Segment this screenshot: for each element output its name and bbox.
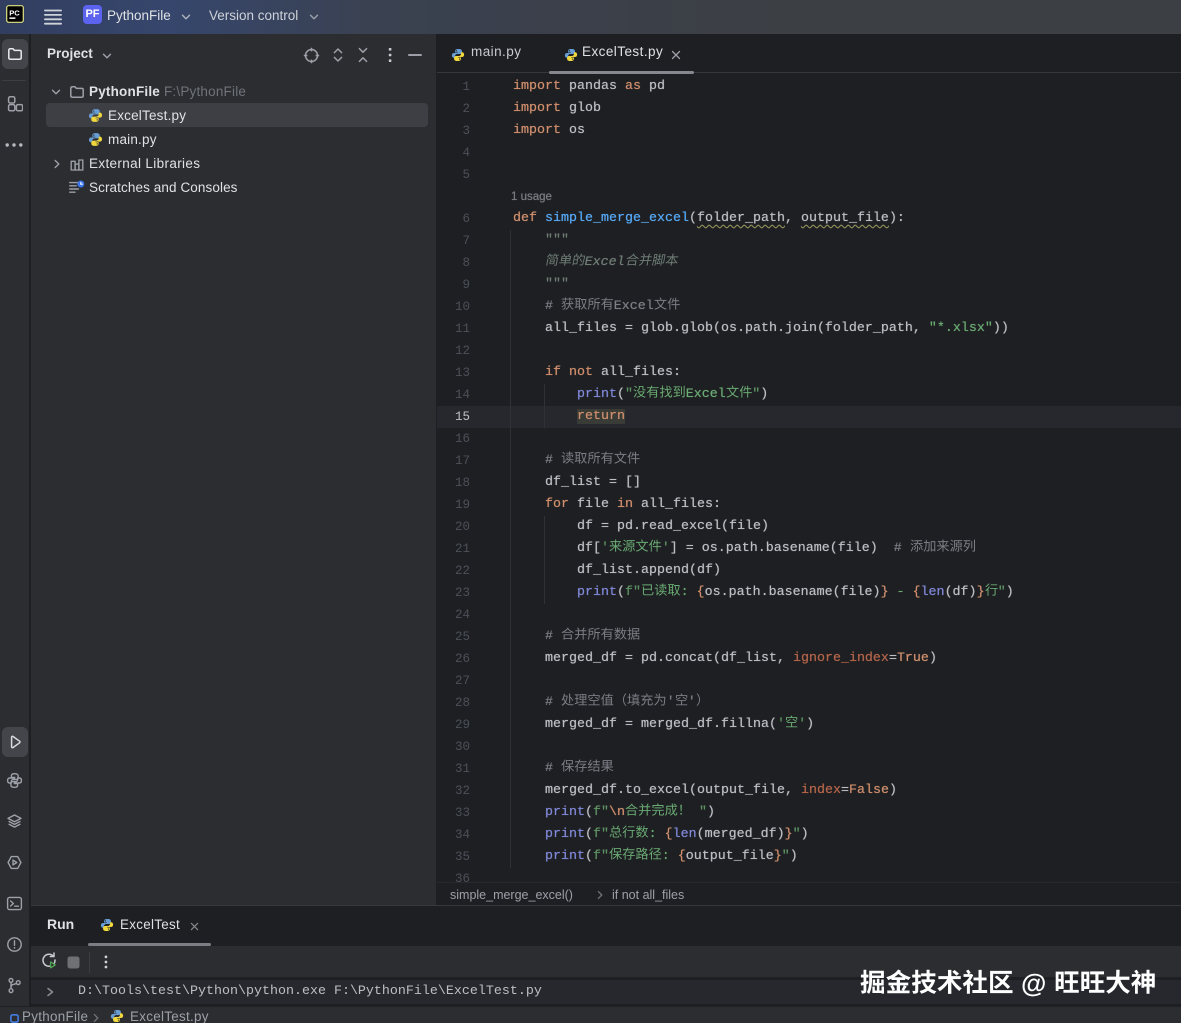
svg-text:PC: PC bbox=[9, 8, 20, 17]
